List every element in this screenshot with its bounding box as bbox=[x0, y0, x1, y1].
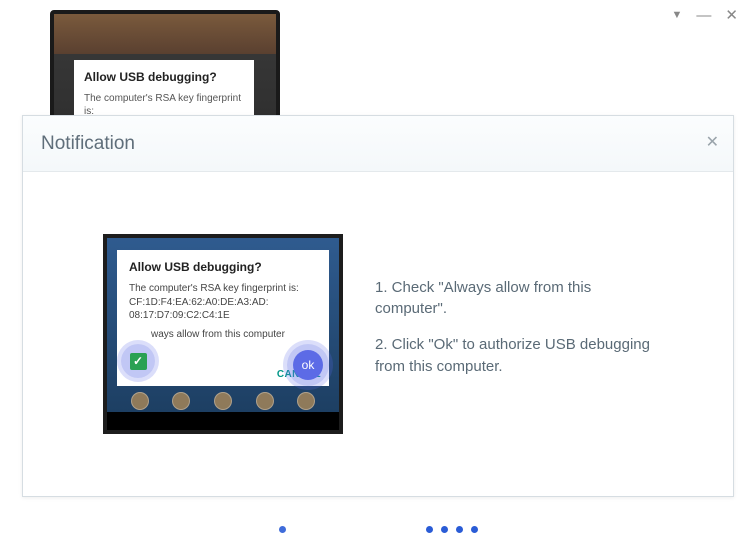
phone-fp-line1: CF:1D:F4:EA:62:A0:DE:A3:AD: bbox=[129, 297, 269, 308]
phone-checkbox-label: ways allow from this computer bbox=[151, 329, 285, 340]
checkbox-highlight-icon: ✓ bbox=[121, 344, 155, 378]
pager-dot[interactable] bbox=[426, 526, 433, 533]
pin-icon[interactable]: ▼ bbox=[672, 10, 683, 21]
ok-highlight-icon: ok bbox=[287, 344, 329, 386]
close-window-button[interactable]: ✕ bbox=[725, 8, 738, 23]
pager-dot[interactable] bbox=[441, 526, 448, 533]
phone-ok-button: ok bbox=[293, 350, 323, 380]
instruction-step-1: 1. Check "Always allow from this compute… bbox=[375, 277, 665, 321]
phone-dialog-title: Allow USB debugging? bbox=[129, 260, 317, 274]
bg-dialog-line1: The computer's RSA key fingerprint bbox=[84, 92, 244, 105]
modal-header: Notification ✕ bbox=[23, 116, 733, 172]
window-titlebar: ▼ — ✕ bbox=[672, 8, 738, 23]
phone-dock bbox=[107, 392, 339, 412]
notification-modal: Notification ✕ Allow USB debugging? The … bbox=[22, 115, 734, 497]
phone-navbar bbox=[107, 412, 339, 430]
modal-title: Notification bbox=[41, 133, 135, 155]
modal-close-button[interactable]: ✕ bbox=[706, 132, 719, 152]
phone-fp-line2: 08:17:D7:09:C2:C4:1E bbox=[129, 310, 230, 321]
minimize-button[interactable]: — bbox=[696, 8, 711, 23]
check-icon: ✓ bbox=[130, 353, 147, 370]
pager-dot[interactable] bbox=[279, 526, 286, 533]
phone-fp-intro: The computer's RSA key fingerprint is: bbox=[129, 283, 299, 294]
instruction-step-2: 2. Click "Ok" to authorize USB debugging… bbox=[375, 334, 665, 378]
instruction-text: 1. Check "Always allow from this compute… bbox=[375, 277, 665, 392]
bg-dialog-title: Allow USB debugging? bbox=[84, 70, 244, 84]
page-indicator bbox=[0, 526, 756, 533]
pager-dot[interactable] bbox=[471, 526, 478, 533]
instruction-screenshot: Allow USB debugging? The computer's RSA … bbox=[103, 234, 343, 434]
pager-dot[interactable] bbox=[456, 526, 463, 533]
